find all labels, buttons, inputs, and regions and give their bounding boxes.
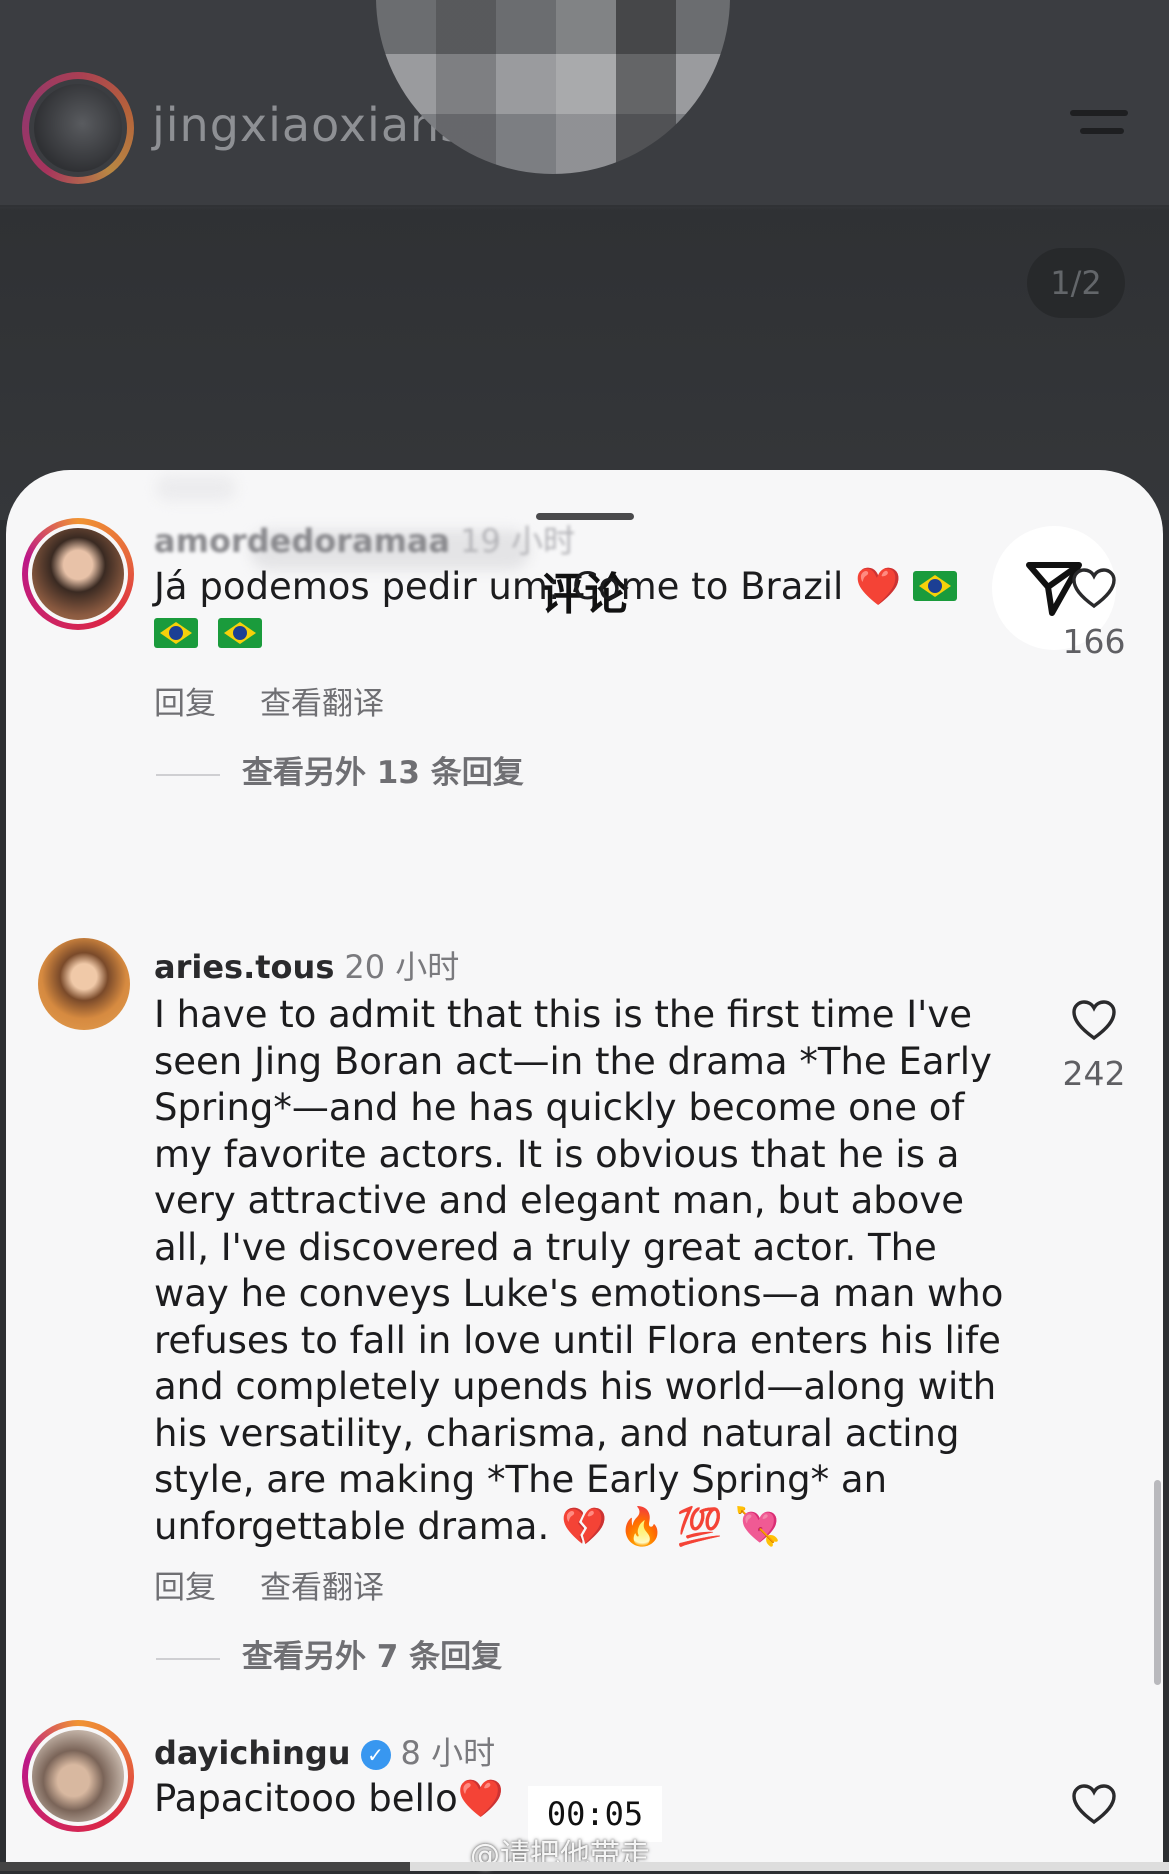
comment-line: seen Jing Boran act—in the drama *The Ea…	[154, 1039, 992, 1083]
comment-line: all, I've discovered a truly great actor…	[154, 1225, 937, 1269]
like-button[interactable]: 166	[1054, 566, 1134, 661]
heart-outline-icon	[1072, 1784, 1116, 1825]
post-author-avatar[interactable]	[22, 72, 134, 184]
like-button[interactable]	[1054, 1782, 1134, 1830]
avatar[interactable]	[22, 518, 134, 630]
comment-body: Papacitooo bello	[154, 1777, 458, 1820]
comment-username[interactable]: dayichingu ✓ 8 小时	[154, 1728, 495, 1774]
comment-line: I have to admit that this is the first t…	[154, 993, 973, 1036]
comment-line: Spring*—and he has quickly become one of	[154, 1086, 965, 1129]
translate-button[interactable]: 查看翻译	[260, 686, 384, 722]
comment-line: and completely upends his world—along wi…	[154, 1365, 997, 1408]
heart-outline-icon	[1072, 568, 1116, 609]
comments-sheet: 评论 amordedoramaa 19 小时 Já podemos pedir u…	[6, 470, 1163, 1871]
username-text: amordedoramaa	[154, 522, 451, 560]
brazil-flag-icon	[912, 571, 957, 601]
comment-time: 8 小时	[400, 1734, 496, 1772]
divider	[156, 1657, 220, 1660]
comment-time: 19 小时	[460, 522, 576, 560]
avatar[interactable]	[38, 938, 130, 1030]
verified-badge-icon: ✓	[360, 1740, 391, 1770]
comment-time: 20 小时	[344, 948, 460, 986]
like-count: 242	[1062, 1054, 1126, 1093]
comment-line: style, are making *The Early Spring* an	[154, 1458, 888, 1501]
translate-button[interactable]: 查看翻译	[260, 1570, 384, 1606]
like-button[interactable]: 242	[1054, 998, 1134, 1093]
heart-outline-icon	[1072, 1000, 1116, 1041]
username-text: aries.tous	[154, 948, 335, 986]
divider	[156, 773, 220, 776]
comment-line: unforgettable drama. 💔 🔥 💯 💘	[154, 1504, 781, 1548]
comment-actions: 回复 查看翻译	[154, 678, 428, 723]
reply-button[interactable]: 回复	[154, 686, 216, 722]
comment-line: way he conveys Luke's emotions—a man who	[154, 1272, 1004, 1315]
comment-username[interactable]: amordedoramaa 19 小时	[154, 516, 575, 562]
bottom-strip	[0, 1862, 1169, 1871]
comment-line: his versatility, charisma, and natural a…	[154, 1411, 960, 1455]
heart-emoji: ❤️	[457, 1777, 504, 1820]
hamburger-menu-icon[interactable]	[1070, 110, 1130, 140]
view-more-label: 查看另外 7 条回复	[242, 1639, 503, 1675]
comment-actions: 回复 查看翻译	[154, 1562, 428, 1607]
brazil-flag-icon	[217, 617, 262, 648]
comment-body: Já podemos pedir um: Come to Brazil	[154, 565, 844, 608]
view-more-replies[interactable]: 查看另外 13 条回复	[156, 747, 524, 792]
heart-emoji: ❤️	[855, 565, 902, 608]
view-more-replies[interactable]: 查看另外 7 条回复	[156, 1631, 502, 1676]
scrollbar[interactable]	[1154, 1480, 1161, 1685]
carousel-page-counter: 1/2	[1027, 248, 1125, 318]
ghost-text	[156, 475, 236, 501]
comment-line: very attractive and elegant man, but abo…	[154, 1179, 965, 1222]
comment-text: Já podemos pedir um: Come to Brazil ❤️	[154, 564, 994, 657]
comment-text: I have to admit that this is the first t…	[154, 992, 1024, 1550]
brazil-flag-icon	[154, 617, 198, 648]
avatar[interactable]	[22, 1720, 134, 1832]
username-text: dayichingu	[154, 1734, 351, 1772]
like-count: 166	[1062, 622, 1126, 661]
comment-line: my favorite actors. It is obvious that h…	[154, 1132, 960, 1176]
comment-line: refuses to fall in love until Flora ente…	[154, 1318, 1001, 1362]
comment-username[interactable]: aries.tous 20 小时	[154, 942, 459, 988]
reply-button[interactable]: 回复	[154, 1570, 216, 1606]
view-more-label: 查看另外 13 条回复	[242, 755, 524, 791]
